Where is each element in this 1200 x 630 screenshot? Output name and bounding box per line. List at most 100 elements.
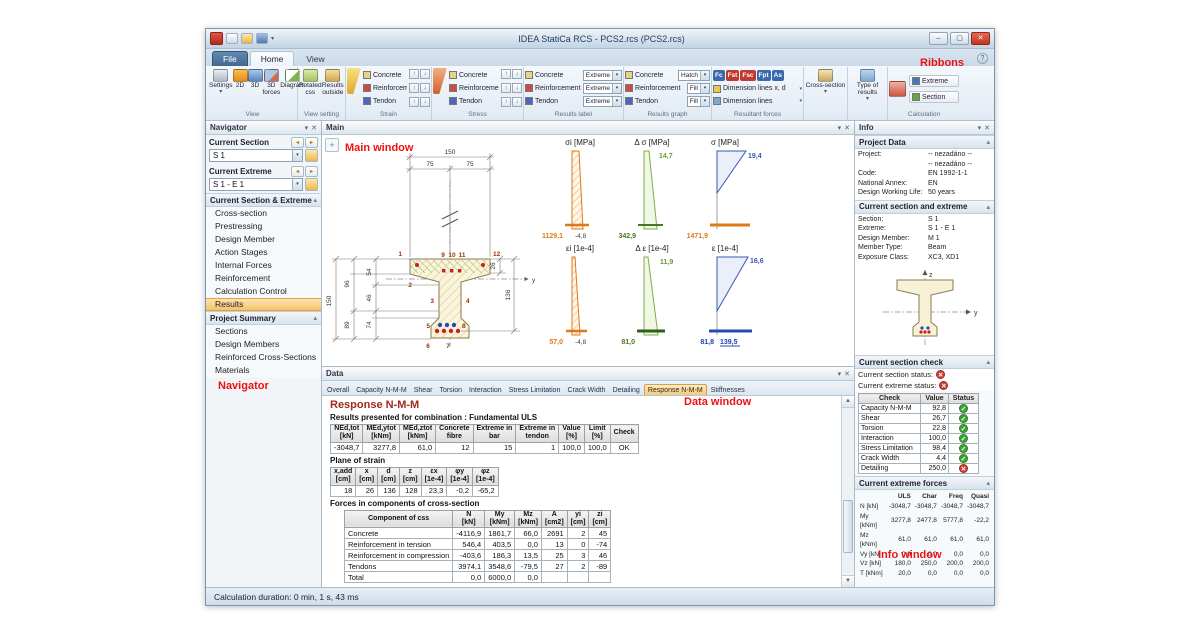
fc-button[interactable]: Fc <box>713 70 725 81</box>
strain-reinforcement-button[interactable]: Reinforcement <box>363 82 407 94</box>
stress-toggle-up-icon[interactable]: ↑ <box>501 69 511 79</box>
panel-pin-icon[interactable]: ▾ <box>838 370 842 378</box>
panel-pin-icon[interactable]: ▾ <box>838 124 842 132</box>
pan-tool-icon[interactable]: + <box>325 138 339 152</box>
navigator-section-header[interactable]: Project Summary ▴ <box>206 311 321 325</box>
panel-menu-icon[interactable]: ▾ <box>305 124 309 132</box>
tab-home[interactable]: Home <box>250 51 295 66</box>
fsc-button[interactable]: Fsc <box>740 70 755 81</box>
data-tab[interactable]: Detailing <box>610 385 643 395</box>
next-section-button[interactable]: ▸ <box>305 137 318 148</box>
section-button[interactable]: Section <box>909 91 959 103</box>
current-section-select[interactable]: S 1 ▾ <box>209 149 303 162</box>
results-outside-button[interactable]: Results outside <box>322 68 344 97</box>
new-file-icon[interactable] <box>226 33 238 44</box>
tendon-label-mode-select[interactable]: Extreme▾ <box>583 96 622 107</box>
scrollbar-thumb[interactable] <box>843 500 853 553</box>
tab-view[interactable]: View <box>296 52 334 66</box>
navigator-item[interactable]: Design Member <box>206 233 321 246</box>
data-tab[interactable]: Stiffnesses <box>708 385 748 395</box>
reinforcement-graph-mode-select[interactable]: Fill▾ <box>687 83 710 94</box>
navigator-item[interactable]: Results <box>206 298 321 311</box>
strain-toggle-up-icon[interactable]: ↑ <box>409 97 419 107</box>
strain-toggle-up-icon[interactable]: ↑ <box>409 69 419 79</box>
data-tab[interactable]: Stress Limitation <box>506 385 564 395</box>
navigator-section-header[interactable]: Current Section & Extreme ▴ <box>206 193 321 207</box>
dimension-lines-button[interactable]: Dimension lines ▾ <box>713 95 802 107</box>
data-tab[interactable]: Crack Width <box>564 385 608 395</box>
rotated-css-button[interactable]: Rotated css <box>299 68 321 97</box>
app-icon[interactable] <box>210 32 223 45</box>
panel-pin-icon[interactable]: ▾ <box>978 124 982 132</box>
prev-extreme-button[interactable]: ◂ <box>291 166 304 177</box>
stress-toggle-down-icon[interactable]: ↓ <box>512 97 522 107</box>
stress-toggle-up-icon[interactable]: ↑ <box>501 83 511 93</box>
navigator-item[interactable]: Design Members <box>206 338 321 351</box>
section-action-button[interactable] <box>305 149 318 162</box>
navigator-item[interactable]: Materials <box>206 364 321 377</box>
stress-toggle-up-icon[interactable]: ↑ <box>501 97 511 107</box>
current-extreme-forces-header[interactable]: Current extreme forces ▴ <box>855 476 994 490</box>
navigator-item[interactable]: Prestressing <box>206 220 321 233</box>
navigator-item[interactable]: Cross-section <box>206 207 321 220</box>
navigator-item[interactable]: Calculation Control <box>206 285 321 298</box>
tendon-graph-mode-select[interactable]: Fill▾ <box>687 96 710 107</box>
navigator-item[interactable]: Reinforced Cross-Sections <box>206 351 321 364</box>
scroll-down-icon[interactable]: ▼ <box>842 575 854 587</box>
save-file-icon[interactable] <box>256 33 268 44</box>
panel-close-icon[interactable]: ✕ <box>984 124 990 132</box>
tab-file[interactable]: File <box>212 51 248 66</box>
view-3d-forces-button[interactable]: 3D forces <box>263 68 281 97</box>
data-tab[interactable]: Response N-M-M <box>644 384 707 395</box>
strain-tendon-button[interactable]: Tendon <box>363 95 407 107</box>
calculate-icon[interactable] <box>889 81 906 97</box>
concrete-label-mode-select[interactable]: Extreme▾ <box>583 70 622 81</box>
view-2d-button[interactable]: 2D <box>233 68 248 90</box>
as-button[interactable]: As <box>772 70 784 81</box>
navigator-item[interactable]: Reinforcement <box>206 272 321 285</box>
panel-close-icon[interactable]: ✕ <box>311 124 317 132</box>
reinforcement-label-mode-select[interactable]: Extreme▾ <box>583 83 622 94</box>
current-section-extreme-header[interactable]: Current section and extreme ▴ <box>855 200 994 214</box>
vertical-scrollbar[interactable]: ▲ ▼ <box>841 396 854 587</box>
data-tab[interactable]: Torsion <box>436 385 465 395</box>
fpt-button[interactable]: Fpt <box>757 70 771 81</box>
cross-section-button[interactable]: Cross-section ▾ <box>805 68 846 95</box>
data-tab[interactable]: Capacity N-M-M <box>353 385 410 395</box>
help-icon[interactable]: ? <box>977 53 988 64</box>
extreme-action-button[interactable] <box>305 178 318 191</box>
strain-concrete-button[interactable]: Concrete <box>363 69 407 81</box>
panel-close-icon[interactable]: ✕ <box>844 124 850 132</box>
extreme-button[interactable]: Extreme <box>909 75 959 87</box>
navigator-item[interactable]: Sections <box>206 325 321 338</box>
prev-section-button[interactable]: ◂ <box>291 137 304 148</box>
navigator-item[interactable]: Action Stages <box>206 246 321 259</box>
stress-concrete-button[interactable]: Concrete <box>449 69 499 81</box>
stress-toggle-down-icon[interactable]: ↓ <box>512 69 522 79</box>
navigator-item[interactable]: Internal Forces <box>206 259 321 272</box>
maximize-button[interactable]: ▢ <box>950 32 969 45</box>
panel-close-icon[interactable]: ✕ <box>844 370 850 378</box>
project-data-header[interactable]: Project Data ▴ <box>855 135 994 149</box>
scrollbar-track[interactable] <box>842 408 854 575</box>
view-3d-button[interactable]: 3D <box>248 68 263 90</box>
close-button[interactable]: ✕ <box>971 32 990 45</box>
data-tab[interactable]: Overall <box>324 385 352 395</box>
stress-tendon-button[interactable]: Tendon <box>449 95 499 107</box>
strain-toggle-down-icon[interactable]: ↓ <box>420 97 430 107</box>
dimension-lines-xd-button[interactable]: Dimension lines x, d ▾ <box>713 83 802 95</box>
current-extreme-select[interactable]: S 1 - E 1 ▾ <box>209 178 303 191</box>
fst-button[interactable]: Fst <box>726 70 740 81</box>
settings-button[interactable]: Settings ▾ <box>209 68 233 95</box>
data-tab[interactable]: Interaction <box>466 385 505 395</box>
concrete-graph-mode-select[interactable]: Hatch▾ <box>678 70 710 81</box>
strain-toggle-down-icon[interactable]: ↓ <box>420 69 430 79</box>
strain-toggle-up-icon[interactable]: ↑ <box>409 83 419 93</box>
open-file-icon[interactable] <box>241 33 253 44</box>
type-of-results-button[interactable]: Type of results ▾ <box>849 68 886 102</box>
current-section-check-header[interactable]: Current section check ▴ <box>855 355 994 369</box>
data-tab[interactable]: Shear <box>411 385 436 395</box>
stress-reinforcement-button[interactable]: Reinforcement <box>449 82 499 94</box>
scroll-up-icon[interactable]: ▲ <box>842 396 854 408</box>
next-extreme-button[interactable]: ▸ <box>305 166 318 177</box>
